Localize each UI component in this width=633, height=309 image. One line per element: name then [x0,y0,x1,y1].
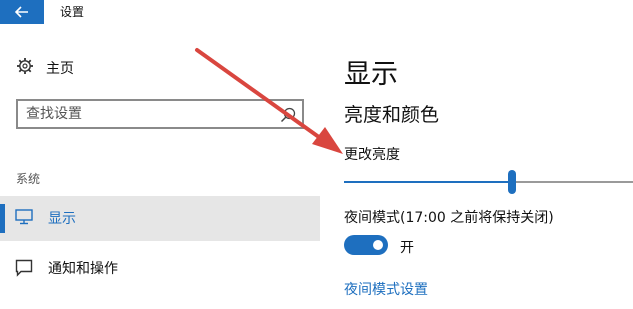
sidebar-item-display-label: 显示 [48,211,76,227]
brightness-slider[interactable] [344,170,633,194]
night-mode-toggle[interactable] [344,235,388,255]
brightness-slider-fill [344,181,512,183]
brightness-label: 更改亮度 [344,147,400,163]
sidebar-item-display[interactable]: 显示 [0,196,320,241]
main-content: 显示 亮度和颜色 更改亮度 夜间模式(17:00 之前将保持关闭) 开 夜间模式… [320,24,633,309]
back-arrow-icon [14,3,29,22]
section-label-system: 系统 [16,172,41,186]
sidebar-item-home-label: 主页 [46,61,74,77]
night-mode-toggle-state: 开 [400,240,414,256]
brightness-slider-thumb[interactable] [508,170,516,194]
back-button[interactable] [0,0,44,24]
gear-icon [16,57,34,79]
toggle-knob [373,240,383,250]
night-mode-label: 夜间模式(17:00 之前将保持关闭) [344,210,554,226]
notification-icon [15,259,33,281]
search-input[interactable] [26,105,266,123]
sidebar-item-home[interactable]: 主页 [16,57,74,79]
section-title-brightness-color: 亮度和颜色 [344,104,440,126]
window-title: 设置 [60,5,85,19]
settings-window: 设置 主页 查找设置 系统 显示 通知和操作 显示 亮度和颜色 更改亮度 夜间模… [0,0,633,309]
monitor-icon [15,209,33,229]
page-title: 显示 [344,59,398,90]
sidebar: 主页 系统 显示 [0,24,320,309]
selection-indicator [0,204,5,233]
night-mode-settings-link[interactable]: 夜间模式设置 [344,279,428,299]
title-bar: 设置 [0,0,633,24]
sidebar-item-notifications-label: 通知和操作 [48,261,118,277]
search-box [16,99,304,129]
sidebar-item-notifications[interactable]: 通知和操作 [0,246,320,291]
search-icon[interactable] [280,107,296,127]
